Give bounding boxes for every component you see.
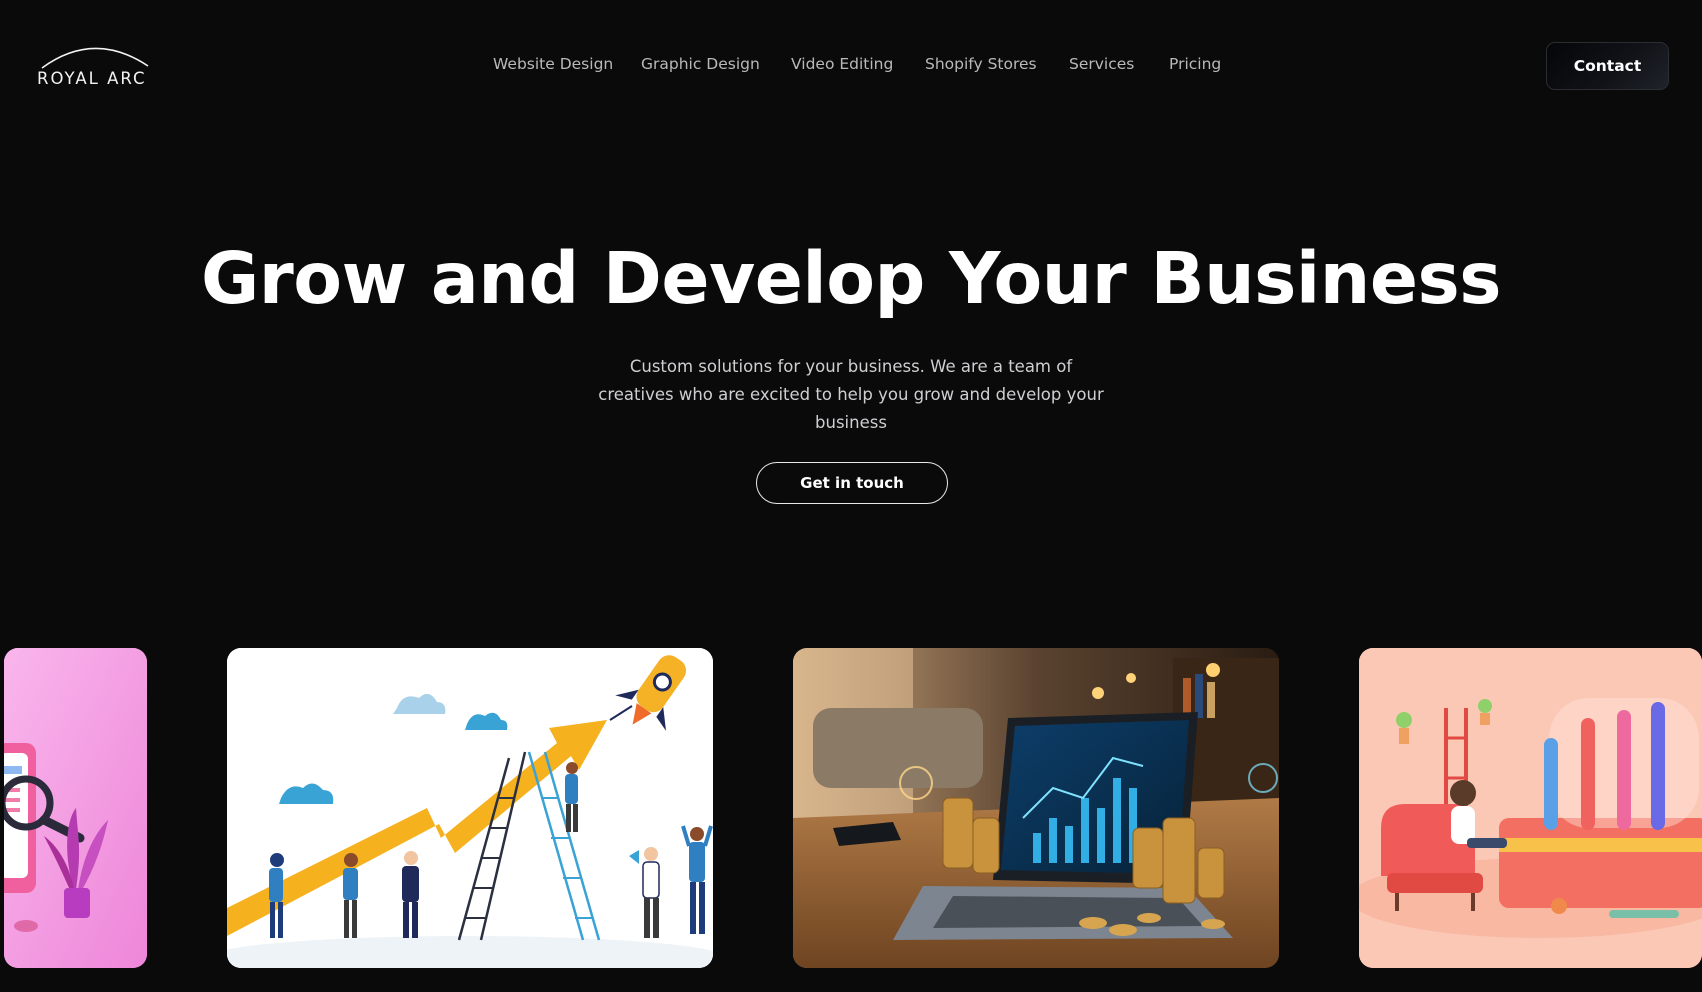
- get-in-touch-button[interactable]: Get in touch: [756, 462, 948, 504]
- hero-title: Grow and Develop Your Business: [201, 237, 1502, 320]
- nav-video-editing[interactable]: Video Editing: [791, 55, 893, 73]
- main-nav: Website Design Graphic Design Video Edit…: [0, 0, 1702, 130]
- nav-services[interactable]: Services: [1069, 55, 1134, 73]
- hero-subtitle: Custom solutions for your business. We a…: [598, 357, 1104, 432]
- gallery-image-search: [4, 648, 147, 968]
- contact-button[interactable]: Contact: [1546, 42, 1669, 90]
- page: ROYAL ARC Website Design Graphic Design …: [0, 0, 1702, 992]
- gallery-image-growth: [227, 648, 713, 968]
- gallery-image-finance: [793, 648, 1279, 968]
- nav-shopify-stores[interactable]: Shopify Stores: [925, 55, 1037, 73]
- nav-website-design[interactable]: Website Design: [493, 55, 613, 73]
- nav-graphic-design[interactable]: Graphic Design: [641, 55, 760, 73]
- nav-pricing[interactable]: Pricing: [1169, 55, 1221, 73]
- gallery-image-chart-room: [1359, 648, 1702, 968]
